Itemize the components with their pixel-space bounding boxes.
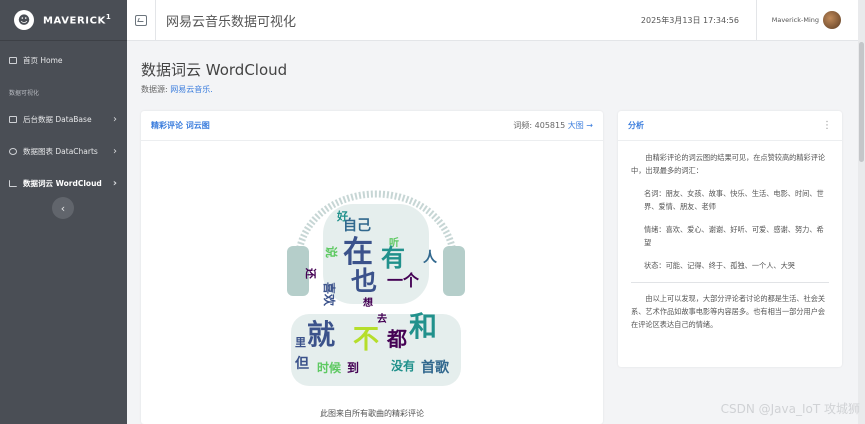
scrollbar-thumb[interactable] bbox=[859, 42, 864, 162]
divider bbox=[756, 0, 757, 41]
chevron-right-icon: › bbox=[113, 145, 117, 157]
divider bbox=[155, 0, 156, 41]
wordcloud-word: 想 bbox=[362, 296, 373, 309]
sidebar-item-datacharts[interactable]: 数据图表 DataCharts › bbox=[0, 135, 127, 167]
wordcloud-word: 都 bbox=[386, 327, 407, 351]
data-source-label: 数据源: bbox=[141, 85, 168, 94]
user-name[interactable]: Maverick-Ming bbox=[772, 16, 819, 24]
big-image-link[interactable]: 大图 → bbox=[568, 121, 593, 130]
avatar[interactable] bbox=[823, 11, 841, 29]
datetime-display: 2025年3月13日 17:34:56 bbox=[640, 15, 739, 25]
wordcloud-word: 还 bbox=[304, 267, 318, 280]
wordcloud-word: 不 bbox=[353, 325, 379, 355]
sidebar-item-label: 数据图表 DataCharts bbox=[23, 146, 98, 156]
card-title: 分析 bbox=[628, 121, 644, 130]
wordcloud-image[interactable]: 在有也 一个自己说 人还好喜欢 想听就不都和但 时候到没有 首歌去里 bbox=[281, 186, 471, 392]
analysis-states: 状态：可能、记得、终于、孤独、一个人、大哭 bbox=[644, 261, 795, 270]
analysis-emotions: 情绪：喜欢、爱心、谢谢、好听、可爱、感谢、努力、希望 bbox=[644, 225, 824, 247]
area-chart-icon bbox=[9, 179, 17, 187]
card-header: 分析 ⋮ bbox=[618, 111, 842, 141]
sidebar-toggle-icon[interactable] bbox=[135, 14, 147, 26]
data-source: 数据源: 网易云音乐. bbox=[141, 84, 213, 95]
wordcloud-word: 到 bbox=[347, 360, 359, 375]
wordcloud-word: 里 bbox=[295, 336, 306, 349]
word-frequency: 词频: 405815 大图 → bbox=[513, 120, 593, 131]
analysis-body: 由精彩评论的词云图的结果可见，在点赞较高的精彩评论中，出现最多的词汇： 名词：朋… bbox=[618, 141, 842, 331]
more-options-icon[interactable]: ⋮ bbox=[822, 120, 832, 131]
wordcloud-word: 好 bbox=[336, 209, 348, 223]
dashboard-icon bbox=[9, 56, 17, 64]
wordcloud-word: 但 bbox=[294, 355, 309, 372]
brand-name: MAVERICK1 bbox=[43, 13, 112, 27]
wordcloud-word: 也 bbox=[351, 267, 377, 297]
sidebar-item-home[interactable]: 首页 Home bbox=[0, 44, 127, 76]
wordcloud-word: 听 bbox=[389, 236, 399, 249]
data-source-link[interactable]: 网易云音乐. bbox=[170, 85, 213, 94]
top-header: 网易云音乐数据可视化 2025年3月13日 17:34:56 Maverick-… bbox=[127, 0, 865, 41]
wordcloud-word: 时候 bbox=[317, 360, 342, 375]
pie-chart-icon bbox=[9, 147, 17, 155]
sidebar-section-title: 数据可视化 bbox=[9, 90, 40, 97]
watermark: CSDN @Java_IoT 攻城狮 bbox=[720, 402, 860, 416]
brand[interactable]: ☻ MAVERICK1 bbox=[0, 0, 127, 41]
wordcloud-caption: 此图来自所有歌曲的精彩评论 bbox=[320, 409, 424, 418]
frequency-label: 词频: bbox=[513, 121, 533, 130]
wordcloud-word: 去 bbox=[377, 312, 387, 325]
wordcloud-card: 精彩评论 词云图 词频: 405815 大图 → 在有也一个 自己说人还好喜欢想听… bbox=[141, 111, 603, 424]
chevron-right-icon: › bbox=[113, 113, 117, 125]
wordcloud-word: 和 bbox=[409, 310, 437, 343]
card-title: 精彩评论 词云图 bbox=[151, 121, 210, 130]
table-icon bbox=[9, 115, 17, 123]
analysis-conclusion: 由以上可以发现，大部分评论者讨论的都是生活、社会关系、艺术作品如故事电影等内容居… bbox=[631, 294, 826, 329]
sidebar-item-label: 数据词云 WordCloud bbox=[23, 178, 102, 188]
sidebar-item-label: 首页 Home bbox=[23, 55, 63, 65]
wordcloud-word: 就 bbox=[307, 318, 335, 351]
sidebar-collapse-button[interactable]: ‹ bbox=[52, 197, 74, 219]
frequency-value: 405815 bbox=[534, 121, 566, 130]
card-header: 精彩评论 词云图 词频: 405815 大图 → bbox=[141, 111, 603, 141]
analysis-nouns: 名词：朋友、女孩、故事、快乐、生活、电影、时间、世界、爱情、朋友、老师 bbox=[644, 189, 824, 211]
sidebar: ☻ MAVERICK1 首页 Home 数据可视化 后台数据 DataBase … bbox=[0, 0, 127, 424]
divider bbox=[631, 282, 829, 283]
page-title: 数据词云 WordCloud bbox=[141, 61, 288, 79]
sidebar-item-wordcloud[interactable]: 数据词云 WordCloud › bbox=[0, 167, 127, 199]
wordcloud-word: 在 bbox=[343, 235, 373, 270]
analysis-card: 分析 ⋮ 由精彩评论的词云图的结果可见，在点赞较高的精彩评论中，出现最多的词汇：… bbox=[618, 111, 842, 367]
chevron-left-icon: ‹ bbox=[60, 201, 66, 215]
wordcloud-word: 人 bbox=[423, 249, 438, 266]
wordcloud-word: 喜欢 bbox=[322, 282, 337, 307]
app-title: 网易云音乐数据可视化 bbox=[166, 14, 297, 30]
wordcloud-word: 首歌 bbox=[421, 359, 450, 376]
analysis-intro: 由精彩评论的词云图的结果可见，在点赞较高的精彩评论中，出现最多的词汇： bbox=[631, 153, 826, 175]
wordcloud-word: 一个 bbox=[387, 271, 420, 290]
sidebar-item-label: 后台数据 DataBase bbox=[23, 114, 92, 124]
wordcloud-word: 说 bbox=[324, 246, 339, 258]
wordcloud-word: 没有 bbox=[391, 358, 415, 373]
brand-logo-icon: ☻ bbox=[14, 10, 34, 30]
chevron-right-icon: › bbox=[112, 177, 117, 189]
page-scrollbar[interactable] bbox=[858, 0, 865, 424]
sidebar-item-database[interactable]: 后台数据 DataBase › bbox=[0, 103, 127, 135]
